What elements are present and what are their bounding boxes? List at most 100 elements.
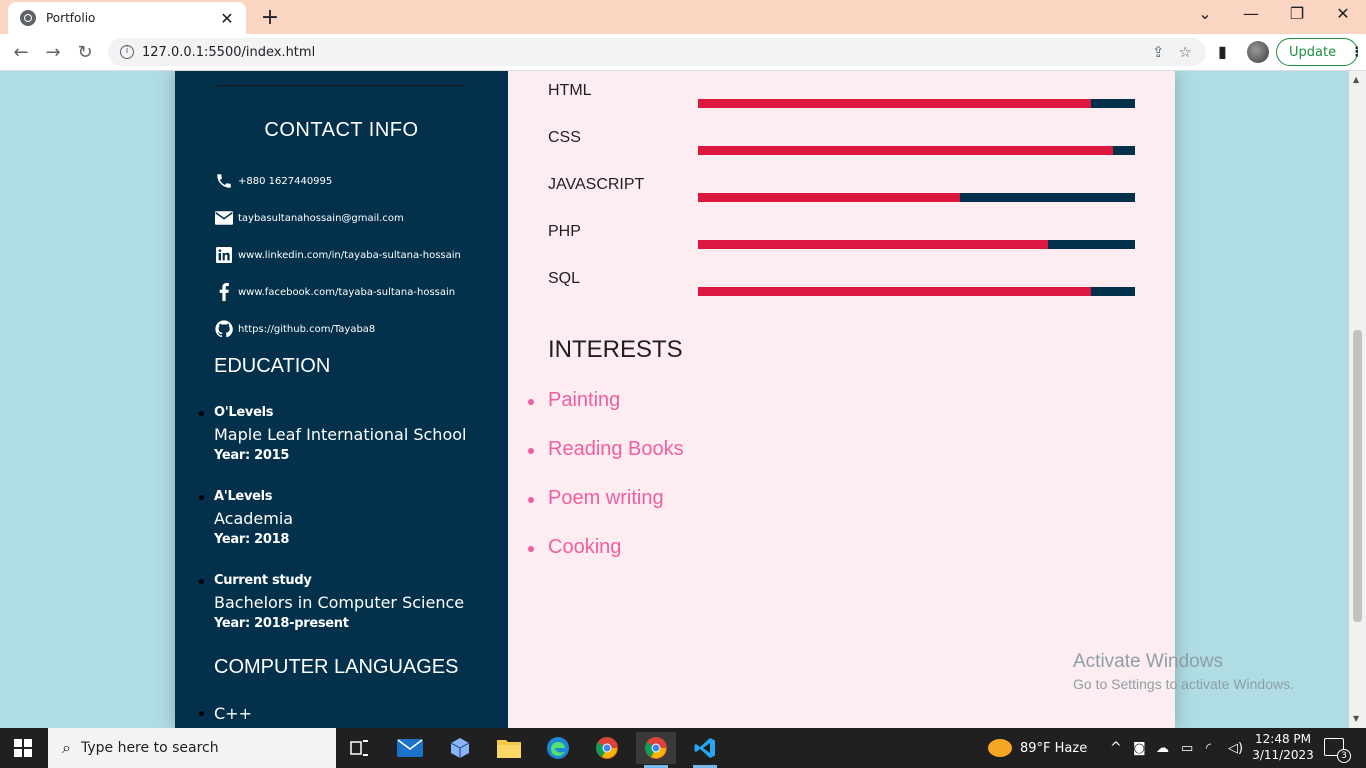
skill-bar — [698, 99, 1135, 108]
github-icon — [214, 319, 234, 339]
computer-languages-heading: COMPUTER LANGUAGES — [214, 656, 459, 678]
search-icon: ⌕ — [62, 738, 71, 757]
reload-icon[interactable]: ↻ — [72, 40, 98, 66]
skill-row: JAVASCRIPT — [548, 176, 1148, 206]
scroll-down-icon[interactable]: ▼ — [1353, 714, 1359, 723]
skill-name: HTML — [548, 82, 592, 99]
update-label: Update — [1289, 44, 1337, 60]
sidebar: CONTACT INFO +880 1627440995 taybasultan… — [175, 71, 508, 728]
facebook-icon — [214, 282, 234, 302]
show-hidden-icons-chevron[interactable]: ^ — [1110, 728, 1122, 768]
education-level: A'Levels — [214, 489, 273, 504]
forward-arrow-icon[interactable]: → — [40, 40, 66, 66]
browser-tab[interactable]: Portfolio ✕ — [8, 2, 246, 34]
bullet — [199, 411, 204, 416]
bullet — [199, 495, 204, 500]
activate-windows-title: Activate Windows — [1073, 651, 1223, 672]
skill-bar-fill — [698, 240, 1048, 249]
skill-name: CSS — [548, 129, 581, 146]
share-icon[interactable]: ⇪ — [1152, 43, 1165, 61]
skill-bar-fill — [698, 99, 1092, 108]
edge-browser-icon[interactable] — [538, 732, 578, 764]
education-heading: EDUCATION — [214, 355, 331, 377]
side-panel-icon[interactable]: ▮ — [1218, 42, 1227, 61]
wifi-icon[interactable]: ◜ — [1206, 728, 1211, 768]
skill-bar — [698, 240, 1135, 249]
globe-icon — [20, 10, 36, 26]
linkedin-icon — [214, 245, 234, 265]
url-text[interactable]: 127.0.0.1:5500/index.html — [142, 45, 1152, 60]
bookmark-star-icon[interactable]: ☆ — [1179, 43, 1192, 61]
profile-avatar[interactable] — [1247, 41, 1269, 63]
interest-label: Painting — [548, 389, 621, 411]
bullet — [528, 448, 534, 454]
mail-icon[interactable] — [390, 732, 430, 764]
github-text: https://github.com/Tayaba8 — [238, 323, 376, 335]
education-item: O'Levels Maple Leaf International School… — [199, 405, 494, 463]
scrollbar-thumb[interactable] — [1353, 330, 1362, 622]
weather-widget[interactable]: 89°F Haze — [988, 728, 1087, 768]
skill-bar — [698, 146, 1135, 155]
education-year: Year: 2018-present — [214, 616, 349, 631]
onedrive-icon[interactable]: ☁ — [1156, 728, 1169, 768]
education-school: Academia — [214, 509, 294, 528]
minimize-button[interactable]: — — [1239, 4, 1263, 23]
language-item: C++ — [199, 704, 252, 723]
envelope-icon — [214, 208, 234, 228]
chrome-icon[interactable] — [587, 732, 627, 764]
bullet — [528, 546, 534, 552]
meet-now-icon[interactable]: ◙ — [1133, 728, 1146, 768]
close-window-button[interactable]: ✕ — [1331, 4, 1355, 23]
skill-bar — [698, 193, 1135, 202]
contact-github: https://github.com/Tayaba8 — [214, 317, 375, 341]
restore-button[interactable]: ❐ — [1285, 4, 1309, 23]
windows-taskbar: ⌕ Type here to search 89°F Haze ^ ◙ ☁ ▭ … — [0, 728, 1366, 768]
skill-name: SQL — [548, 270, 581, 287]
tab-title: Portfolio — [46, 11, 96, 25]
skill-bar-fill — [698, 287, 1092, 296]
bullet — [199, 711, 204, 716]
notification-center-icon[interactable]: 3 — [1324, 738, 1351, 763]
skill-bar-fill — [698, 146, 1114, 155]
skill-row: PHP — [548, 223, 1148, 253]
education-year: Year: 2015 — [214, 448, 290, 463]
language-label: C++ — [214, 704, 252, 723]
page-viewport: CONTACT INFO +880 1627440995 taybasultan… — [0, 71, 1349, 728]
clock-date: 3/11/2023 — [1252, 748, 1314, 762]
close-tab-icon[interactable]: ✕ — [218, 9, 236, 28]
education-year: Year: 2018 — [214, 532, 290, 547]
scroll-up-icon[interactable]: ▲ — [1353, 75, 1359, 84]
education-item: Current study Bachelors in Computer Scie… — [199, 573, 494, 631]
menu-dots-icon[interactable]: ⋮ — [1350, 45, 1363, 60]
site-info-icon[interactable]: i — [120, 45, 134, 59]
back-arrow-icon[interactable]: ← — [8, 40, 34, 66]
file-explorer-icon[interactable] — [489, 732, 529, 764]
tab-search-chevron-icon[interactable]: ⌄ — [1193, 4, 1217, 23]
clock-time: 12:48 PM — [1255, 732, 1311, 746]
interest-item: Poem writing — [528, 487, 664, 510]
skill-bar — [698, 287, 1135, 296]
windows-start-icon[interactable] — [14, 739, 32, 757]
browser-toolbar: ← → ↻ i 127.0.0.1:5500/index.html ⇪ ☆ ▮ — [0, 34, 1366, 71]
education-item: A'Levels Academia Year: 2018 — [199, 489, 494, 547]
system-clock[interactable]: 12:48 PM 3/11/2023 — [1252, 731, 1314, 763]
main-panel: HTML CSS JAVASCRIPT PHP SQL INTERESTS Pa… — [508, 71, 1175, 728]
3d-viewer-icon[interactable] — [440, 732, 480, 764]
new-tab-button[interactable]: + — [258, 5, 282, 30]
bullet — [199, 579, 204, 584]
bullet — [528, 399, 534, 405]
chrome-active-icon[interactable] — [636, 732, 676, 768]
update-button[interactable]: Update ⋮ — [1276, 38, 1363, 66]
contact-phone: +880 1627440995 — [214, 169, 332, 193]
volume-icon[interactable]: ◁) — [1228, 728, 1243, 768]
education-school: Maple Leaf International School — [214, 425, 467, 444]
resume-card: CONTACT INFO +880 1627440995 taybasultan… — [175, 71, 1175, 728]
task-view-icon[interactable] — [340, 732, 380, 764]
contact-email: taybasultanahossain@gmail.com — [214, 206, 404, 230]
taskbar-search[interactable]: ⌕ Type here to search — [48, 728, 336, 768]
address-bar[interactable]: i 127.0.0.1:5500/index.html ⇪ ☆ — [108, 38, 1206, 66]
vscode-icon[interactable] — [685, 732, 725, 768]
vertical-scrollbar[interactable]: ▲ ▼ — [1349, 71, 1366, 728]
battery-icon[interactable]: ▭ — [1181, 728, 1193, 768]
skill-row: CSS — [548, 129, 1148, 159]
